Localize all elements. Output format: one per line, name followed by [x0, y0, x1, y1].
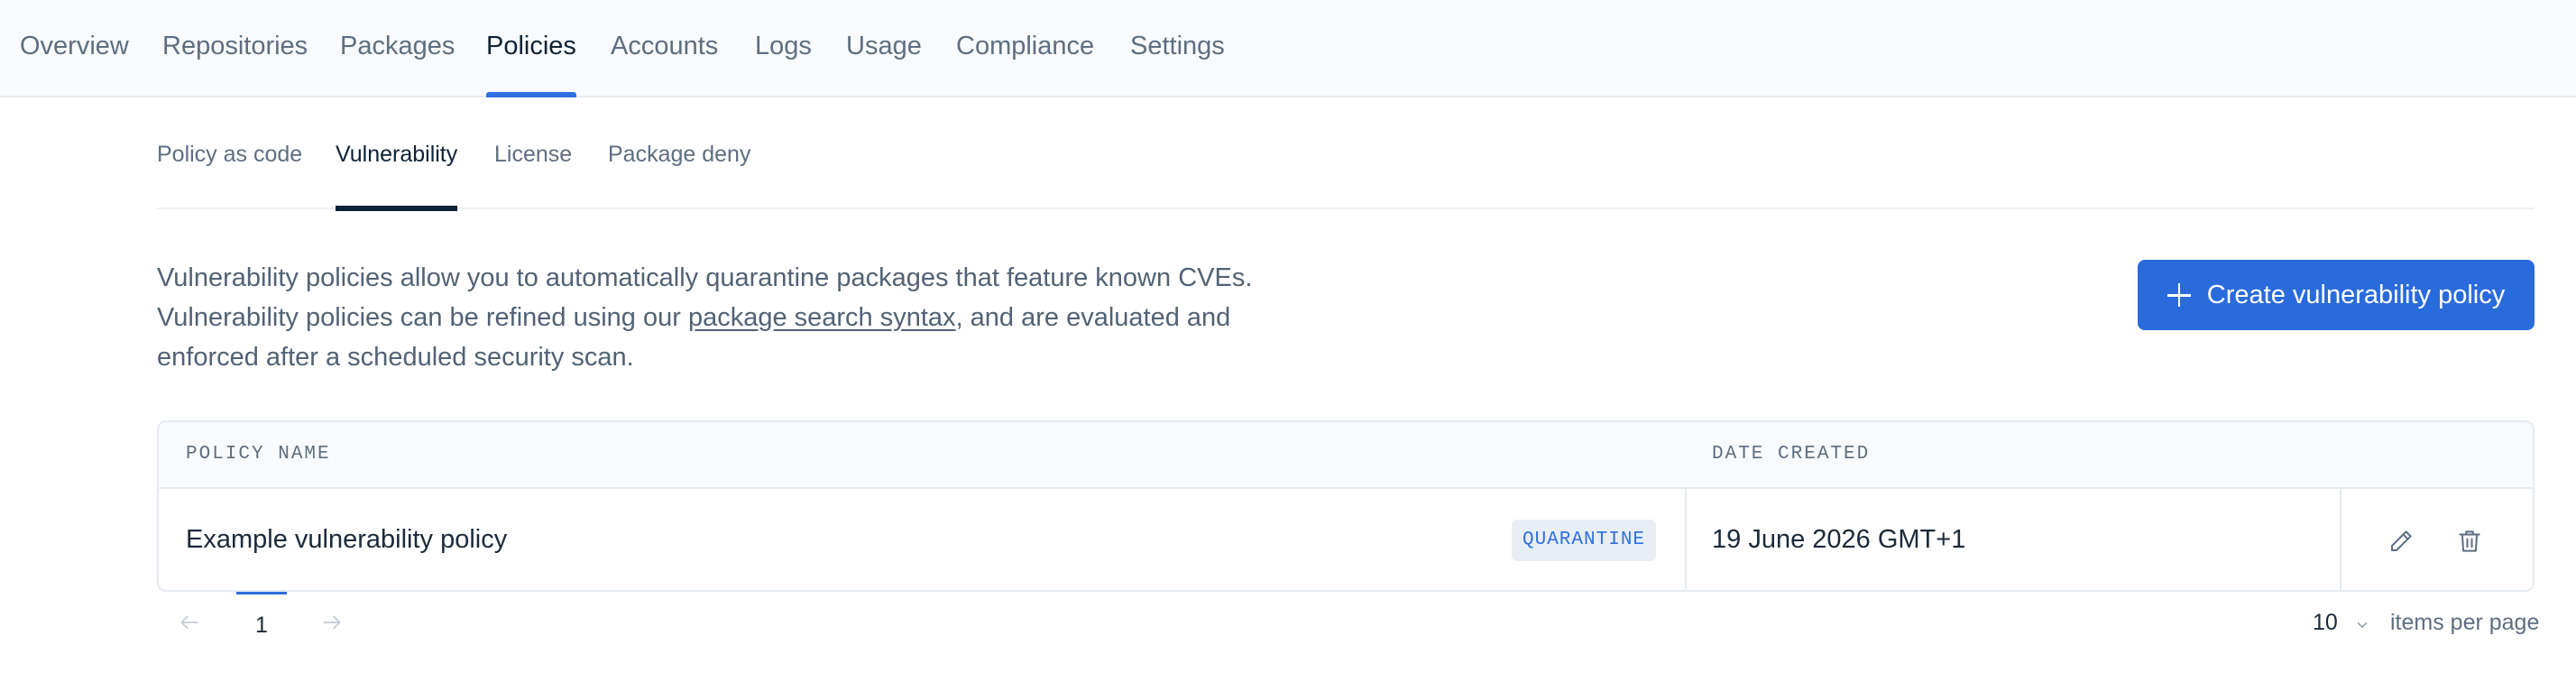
description-line-2-start: Vulnerability policies can be refined us…	[157, 303, 688, 332]
policy-description: Vulnerability policies allow you to auto…	[157, 258, 1438, 377]
current-page-indicator	[236, 592, 287, 594]
items-per-page-label: items per page	[2390, 610, 2540, 635]
active-subtab-indicator	[336, 206, 458, 211]
table-header: POLICY NAME DATE CREATED	[159, 422, 2533, 489]
tab-logs[interactable]: Logs	[755, 0, 812, 97]
tab-usage[interactable]: Usage	[846, 0, 922, 97]
trash-icon[interactable]	[2452, 523, 2488, 559]
subtab-vulnerability[interactable]: Vulnerability	[336, 97, 458, 211]
tab-policies[interactable]: Policies	[486, 0, 576, 97]
description-line-1: Vulnerability policies allow you to auto…	[157, 263, 1253, 292]
tab-accounts[interactable]: Accounts	[611, 0, 718, 97]
plus-icon	[2167, 283, 2191, 307]
description-line-2: Vulnerability policies can be refined us…	[157, 298, 1438, 337]
tab-compliance[interactable]: Compliance	[956, 0, 1094, 97]
package-search-syntax-link[interactable]: package search syntax	[688, 303, 956, 332]
policies-table: POLICY NAME DATE CREATED Example vulnera…	[157, 420, 2535, 592]
chevron-down-icon[interactable]	[2354, 617, 2370, 633]
subtab-policy-as-code[interactable]: Policy as code	[157, 97, 302, 209]
column-header-date-created: DATE CREATED	[1712, 444, 1871, 465]
policy-subtabs: Policy as code Vulnerability License Pac…	[157, 97, 2535, 211]
tab-packages[interactable]: Packages	[340, 0, 455, 97]
subtab-license[interactable]: License	[494, 97, 572, 209]
pencil-icon[interactable]	[2383, 523, 2419, 559]
subtab-package-deny[interactable]: Package deny	[608, 97, 750, 209]
next-page-arrow-icon[interactable]	[316, 606, 348, 639]
tab-settings[interactable]: Settings	[1130, 0, 1225, 97]
tab-repositories[interactable]: Repositories	[162, 0, 308, 97]
previous-page-arrow-icon[interactable]	[173, 606, 206, 639]
create-button-label: Create vulnerability policy	[2206, 280, 2506, 309]
subtab-vulnerability-label: Vulnerability	[336, 142, 458, 167]
tab-policies-label: Policies	[486, 32, 576, 60]
description-line-2-end: , and are evaluated and	[955, 303, 1231, 332]
page-number-label: 1	[255, 613, 268, 638]
column-header-policy-name: POLICY NAME	[186, 444, 331, 465]
page-number-current[interactable]: 1	[236, 592, 287, 646]
date-created-cell: 19 June 2026 GMT+1	[1712, 525, 1966, 554]
top-nav: Overview Repositories Packages Policies …	[0, 0, 2576, 97]
column-divider	[2340, 489, 2341, 590]
create-vulnerability-policy-button[interactable]: Create vulnerability policy	[2138, 260, 2535, 330]
items-per-page-select[interactable]: 10	[2313, 610, 2338, 636]
tab-overview[interactable]: Overview	[20, 0, 129, 97]
policy-name-cell[interactable]: Example vulnerability policy	[186, 489, 507, 590]
description-line-3: enforced after a scheduled security scan…	[157, 343, 634, 372]
quarantine-badge: QUARANTINE	[1512, 520, 1657, 561]
column-divider	[1685, 489, 1687, 590]
